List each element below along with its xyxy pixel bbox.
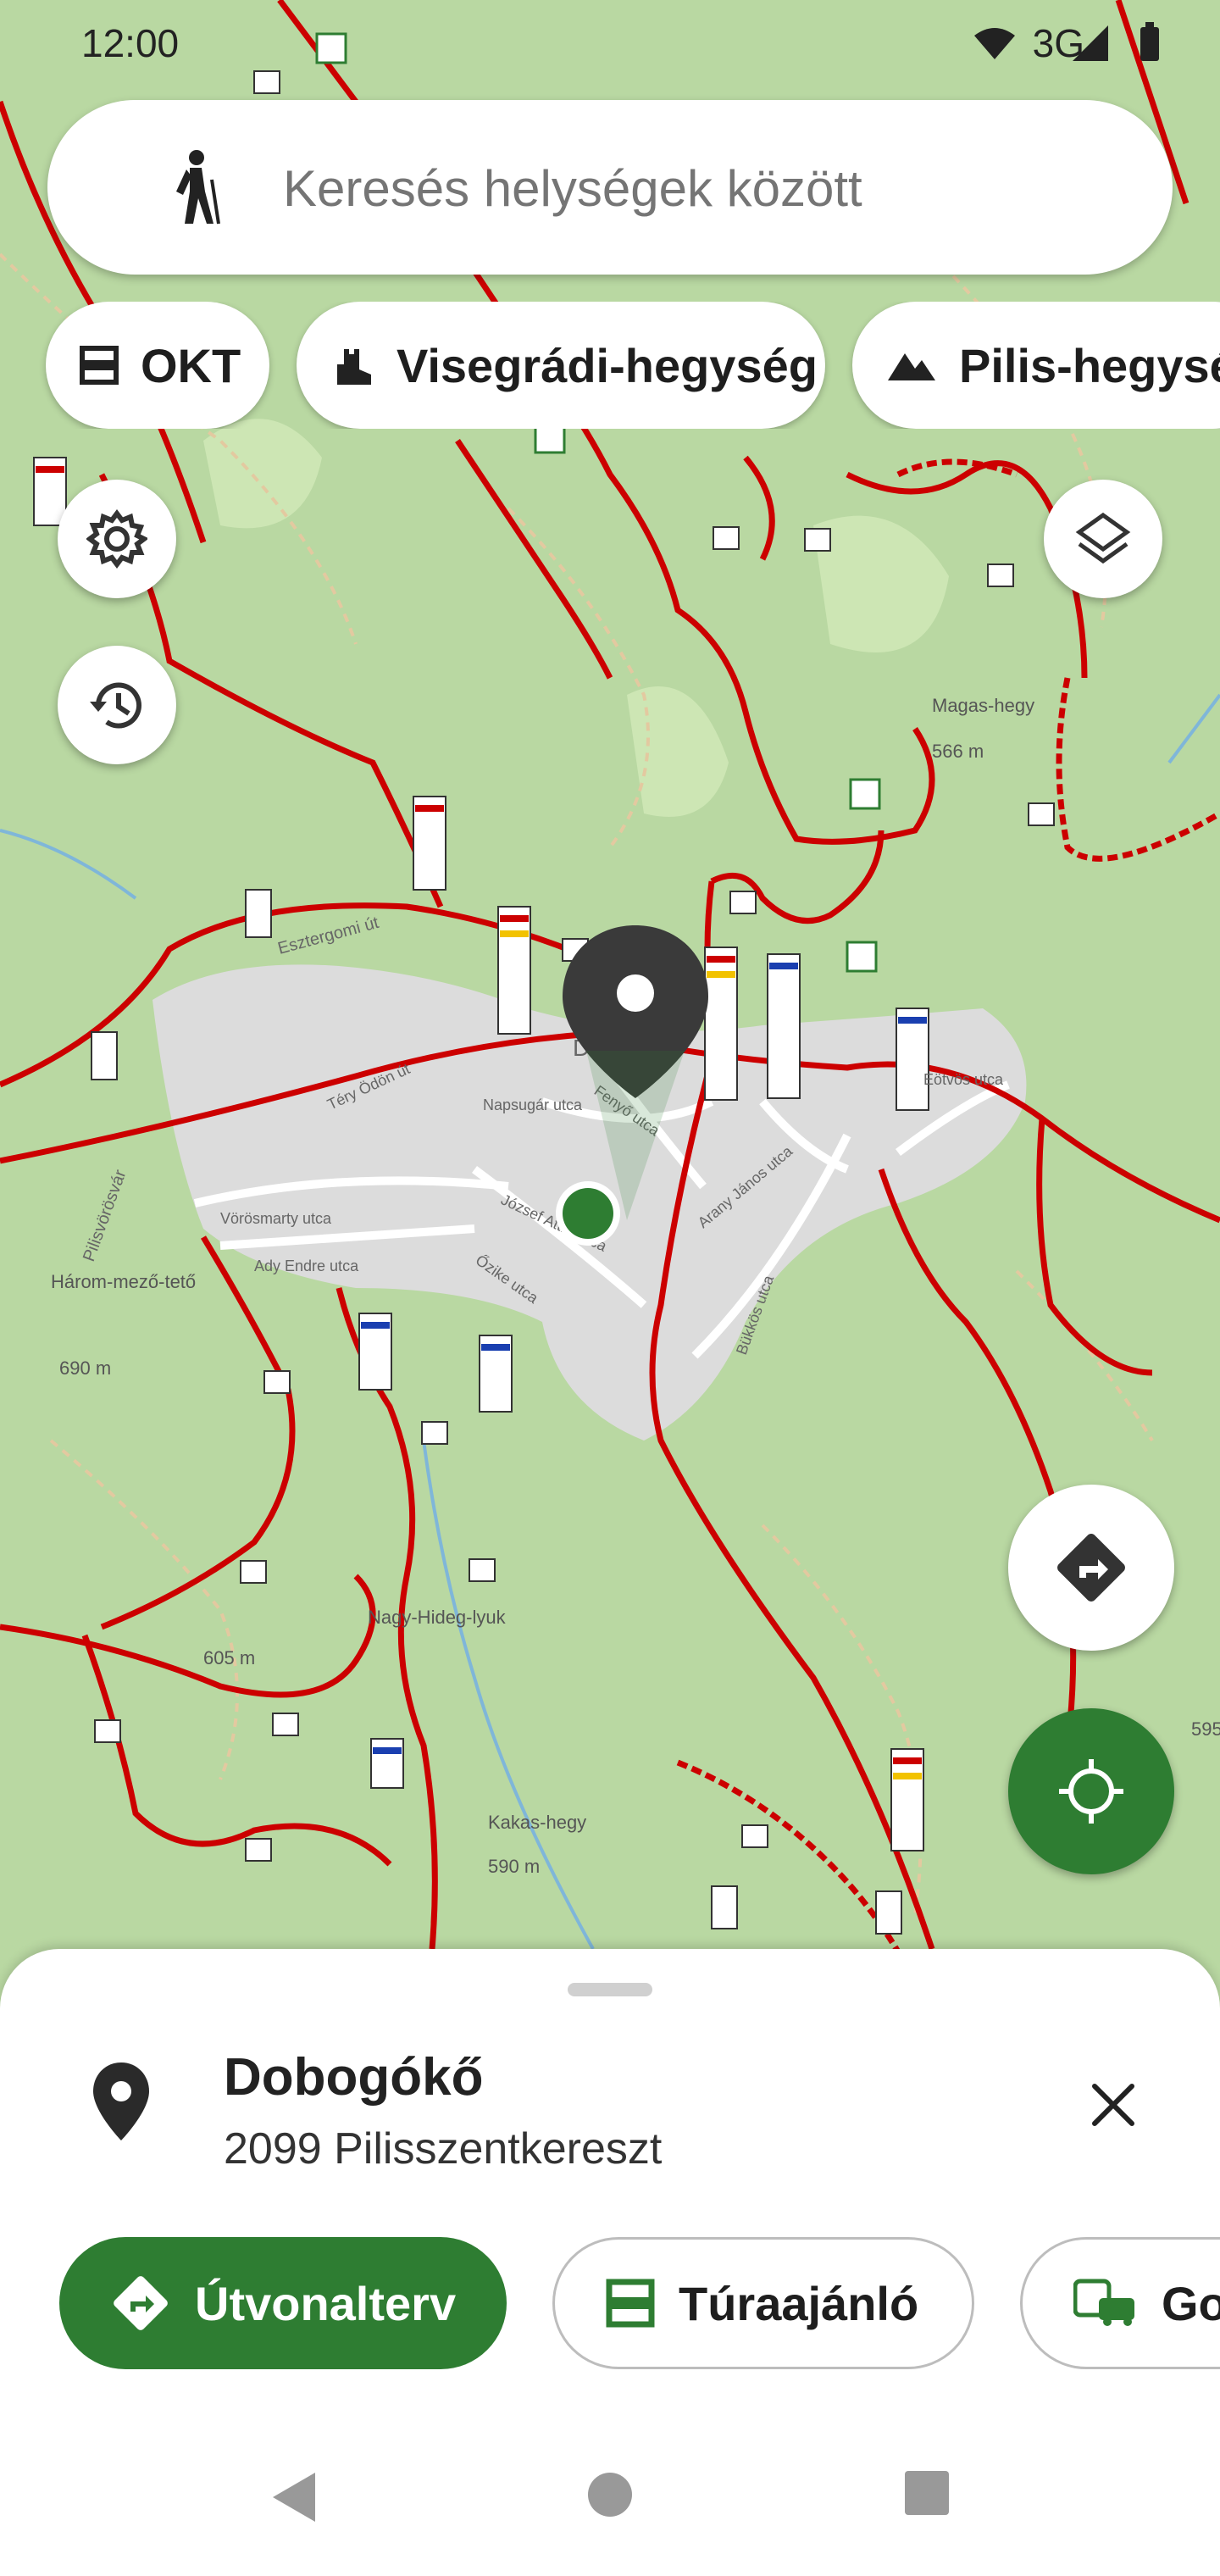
map-label-peak1-height: 566 m <box>932 741 984 762</box>
map-label-cave: Nagy-Hideg-lyuk <box>368 1607 507 1628</box>
trail-recommend-button[interactable]: Túraajánló <box>552 2237 974 2369</box>
map-label-peak2: Három-mező-tető <box>51 1271 196 1292</box>
map-label-peak4-height: 590 m <box>488 1856 540 1877</box>
history-button[interactable] <box>58 646 176 764</box>
go-button[interactable]: Go <box>1020 2237 1220 2369</box>
system-nav-bar <box>0 2440 1220 2576</box>
map-label-street2: Ady Endre utca <box>254 1257 359 1274</box>
route-plan-label: Útvonalterv <box>195 2276 457 2330</box>
crosshair-icon <box>1059 1759 1123 1824</box>
history-icon <box>90 682 141 729</box>
mountain-icon <box>888 353 935 380</box>
sheet-drag-handle[interactable] <box>568 1983 652 1996</box>
gear-icon <box>86 509 147 569</box>
map-label-peak2-height: 690 m <box>59 1357 111 1379</box>
close-icon[interactable] <box>1088 2079 1139 2130</box>
status-bar: 12:00 3G <box>0 0 1220 85</box>
signal-icon <box>1073 25 1108 61</box>
map-label-peak4: Kakas-hegy <box>488 1812 586 1833</box>
trail-marker-icon <box>80 346 119 385</box>
directions-icon <box>114 2276 168 2330</box>
layers-icon <box>1075 512 1131 564</box>
hiker-icon <box>176 150 220 225</box>
chip-visegradi[interactable]: Visegrádi-hegység <box>297 302 825 429</box>
chip-pilis-label: Pilis-hegység <box>959 338 1220 392</box>
map-label-peak3-height: 605 m <box>203 1647 255 1668</box>
map-canvas: Dobogókő Magas-hegy 566 m Három-mező-tet… <box>0 0 1220 1983</box>
chip-okt-label: OKT <box>141 338 241 392</box>
my-location-button[interactable] <box>1008 1708 1174 1874</box>
trail-recommend-label: Túraajánló <box>679 2276 919 2330</box>
trail-marker-icon <box>606 2279 655 2328</box>
map-label-street1: Vörösmarty utca <box>220 1210 332 1227</box>
chip-visegradi-label: Visegrádi-hegység <box>396 338 818 392</box>
status-time: 12:00 <box>81 21 180 65</box>
map-label-peak1: Magas-hegy <box>932 695 1034 716</box>
directions-fab[interactable] <box>1008 1485 1174 1651</box>
map-label-street8: Eötvös utca <box>923 1071 1004 1088</box>
castle-icon <box>337 349 371 385</box>
chip-okt[interactable]: OKT <box>46 302 269 429</box>
layers-button[interactable] <box>1044 480 1162 598</box>
chip-pilis[interactable]: Pilis-hegység <box>852 302 1220 429</box>
directions-icon <box>1057 1534 1125 1602</box>
wifi-icon <box>974 28 1015 59</box>
map-label-street4: Napsugár utca <box>483 1096 583 1113</box>
recents-icon[interactable] <box>903 2469 951 2517</box>
map-view[interactable]: Dobogókő Magas-hegy 566 m Három-mező-tet… <box>0 0 1220 1983</box>
action-buttons: Útvonalterv Túraajánló Go <box>0 2237 1220 2381</box>
go-label: Go <box>1162 2276 1220 2330</box>
route-plan-button[interactable]: Útvonalterv <box>59 2237 507 2369</box>
search-input[interactable]: Keresés helységek között <box>283 159 862 218</box>
battery-icon <box>1140 22 1159 61</box>
place-address: 2099 Pilisszentkereszt <box>224 2124 663 2174</box>
settings-button[interactable] <box>58 480 176 598</box>
home-icon[interactable] <box>585 2469 635 2520</box>
category-chips: OKT Visegrádi-hegység Pilis-hegység <box>0 302 1220 429</box>
search-bar[interactable]: Keresés helységek között <box>47 100 1173 275</box>
location-pin-icon <box>93 2062 149 2140</box>
back-icon[interactable] <box>268 2469 319 2525</box>
place-title: Dobogókő <box>224 2048 484 2107</box>
map-label-height-edge: 595 <box>1191 1718 1220 1740</box>
bus-car-icon <box>1073 2279 1134 2326</box>
